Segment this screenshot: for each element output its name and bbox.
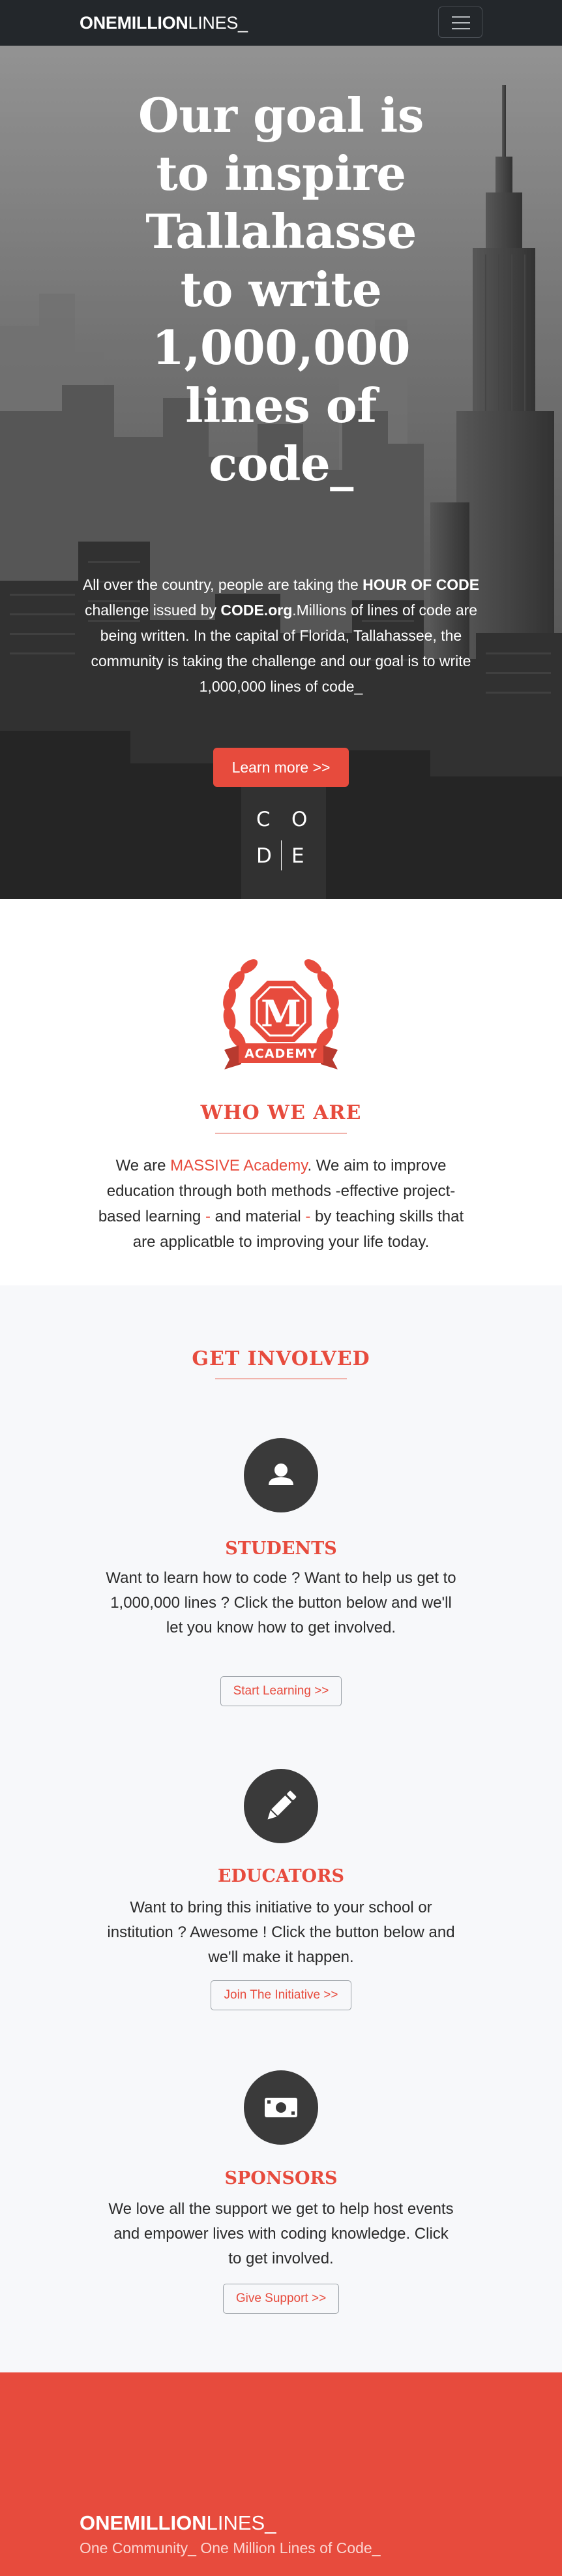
learn-more-button[interactable]: Learn more >>: [213, 748, 349, 787]
who-we-are-description: We are MASSIVE Academy. We aim to improv…: [95, 1153, 467, 1255]
students-description: Want to learn how to code ? Want to help…: [106, 1569, 456, 1636]
footer-brand-light: LINES_: [206, 2511, 276, 2534]
start-learning-button[interactable]: Start Learning >>: [220, 1676, 342, 1706]
user-icon: [269, 1464, 293, 1485]
get-involved-section: GET INVOLVED STUDENTS Want to learn how …: [0, 1285, 562, 2372]
hero-description: All over the country, people are taking …: [76, 572, 486, 699]
sponsors-icon-circle: [244, 2070, 318, 2145]
who-text-part: We are: [115, 1157, 171, 1174]
navbar: ONEMILLIONLINES_: [0, 0, 562, 46]
footer-brand-logo[interactable]: ONEMILLIONLINES_: [80, 2511, 276, 2535]
educators-title: EDUCATORS: [217, 1866, 345, 1886]
code-org-logo[interactable]: C O D E: [251, 806, 311, 874]
hero-text-part: All over the country, people are taking …: [82, 576, 363, 593]
sponsors-title: SPONSORS: [224, 2168, 338, 2188]
join-initiative-button[interactable]: Join The Initiative >>: [211, 1980, 351, 2010]
hamburger-icon-bar: [452, 28, 470, 29]
give-support-button[interactable]: Give Support >>: [223, 2284, 339, 2314]
footer-brand-bold: ONEMILLION: [80, 2511, 207, 2534]
footer-tagline: One Community_ One Million Lines of Code…: [80, 2539, 381, 2556]
logo-letter-e: E: [291, 844, 304, 868]
title-divider: [215, 1133, 347, 1134]
hamburger-icon-bar: [452, 22, 470, 23]
who-we-are-section: M ACADEMY WHO WE ARE We are MASSIVE Acad…: [0, 899, 562, 1285]
massive-academy-link[interactable]: MASSIVE Academy: [170, 1157, 307, 1174]
students-icon-circle: [244, 1438, 318, 1512]
get-involved-title: GET INVOLVED: [192, 1347, 370, 1370]
pencil-icon: [267, 1790, 297, 1820]
title-divider: [215, 1378, 347, 1379]
educators-description: Want to bring this initiative to your sc…: [107, 1899, 455, 1966]
who-text-part: and material: [210, 1208, 306, 1225]
brand-bold: ONEMILLION: [80, 13, 188, 33]
logo-letter-o: O: [291, 808, 308, 831]
badge-label: ACADEMY: [244, 1047, 318, 1061]
hero-section: Our goal is to inspire Tallahasse to wri…: [0, 46, 562, 899]
educators-icon-circle: [244, 1769, 318, 1843]
sponsors-description: We love all the support we get to help h…: [108, 2200, 454, 2267]
code-org-text: CODE.org: [220, 602, 293, 619]
logo-letter-c: C: [256, 808, 271, 831]
hero-text-part: challenge issued by: [84, 602, 221, 619]
logo-divider: [281, 840, 282, 870]
money-icon: [265, 2098, 297, 2117]
brand-logo[interactable]: ONEMILLIONLINES_: [80, 13, 248, 33]
who-we-are-title: WHO WE ARE: [200, 1101, 362, 1124]
students-title: STUDENTS: [225, 1539, 337, 1559]
hamburger-icon: [452, 16, 470, 18]
accent-dash: -: [205, 1208, 211, 1225]
footer: ONEMILLIONLINES_ One Community_ One Mill…: [0, 2372, 562, 2576]
academy-badge-logo: M ACADEMY: [223, 959, 339, 1069]
hero-title: Our goal is to inspire Tallahasse to wri…: [138, 87, 424, 491]
menu-toggle-button[interactable]: [438, 7, 482, 38]
hour-of-code-text: HOUR OF CODE: [362, 576, 480, 593]
brand-light: LINES_: [188, 13, 248, 33]
logo-letter-d: D: [256, 844, 272, 868]
badge-letter: M: [261, 992, 301, 1035]
